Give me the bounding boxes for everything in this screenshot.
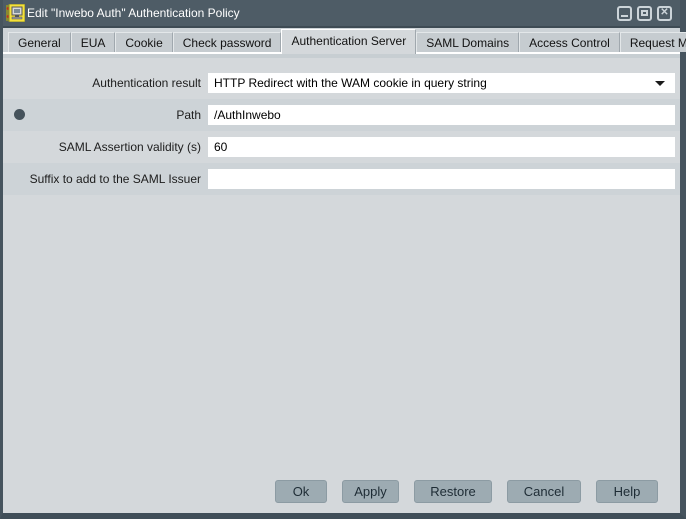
tab-panel-authentication-server: Authentication result HTTP Redirect with… (3, 54, 680, 513)
close-button[interactable]: ✕ (657, 6, 672, 21)
authentication-result-label: Authentication result (3, 76, 208, 90)
saml-suffix-label: Suffix to add to the SAML Issuer (3, 172, 208, 186)
path-label: Path (3, 108, 208, 122)
saml-validity-row: SAML Assertion validity (s) (3, 131, 680, 163)
help-button[interactable]: Help (596, 480, 658, 503)
dialog-buttons: Ok Apply Restore Cancel Help (275, 480, 658, 503)
restore-button[interactable]: Restore (414, 480, 492, 503)
saml-suffix-row: Suffix to add to the SAML Issuer (3, 163, 680, 195)
saml-suffix-field[interactable] (208, 169, 675, 189)
authentication-result-select[interactable]: HTTP Redirect with the WAM cookie in que… (208, 73, 675, 93)
dropdown-arrow-icon[interactable] (655, 81, 665, 86)
tab-saml-domains[interactable]: SAML Domains (416, 32, 519, 52)
tab-general[interactable]: General (8, 32, 71, 52)
saml-validity-label: SAML Assertion validity (s) (3, 140, 208, 154)
apply-button[interactable]: Apply (342, 480, 399, 503)
close-icon: ✕ (660, 8, 668, 18)
minimize-button[interactable] (617, 6, 632, 21)
tab-eua[interactable]: EUA (71, 32, 116, 52)
maximize-button[interactable] (637, 6, 652, 21)
settings-form: Authentication result HTTP Redirect with… (3, 58, 680, 195)
tab-check-password[interactable]: Check password (173, 32, 282, 52)
tab-request-manager[interactable]: Request Manager (620, 32, 686, 52)
maximize-icon (641, 10, 648, 16)
minimize-icon (621, 15, 628, 17)
saml-validity-field[interactable] (208, 137, 675, 157)
authentication-result-row: Authentication result HTTP Redirect with… (3, 67, 680, 99)
dialog-window: Edit "Inwebo Auth" Authentication Policy… (0, 0, 686, 519)
ok-button[interactable]: Ok (275, 480, 327, 503)
authentication-result-value: HTTP Redirect with the WAM cookie in que… (214, 76, 651, 90)
path-row: Path (3, 99, 680, 131)
window-title: Edit "Inwebo Auth" Authentication Policy (27, 6, 617, 20)
tab-cookie[interactable]: Cookie (115, 32, 172, 52)
cancel-button[interactable]: Cancel (507, 480, 581, 503)
app-icon (6, 4, 25, 22)
tab-authentication-server[interactable]: Authentication Server (281, 29, 416, 54)
window-controls: ✕ (617, 6, 672, 21)
title-bar: Edit "Inwebo Auth" Authentication Policy… (3, 0, 680, 28)
path-field[interactable] (208, 105, 675, 125)
bullet-indicator-icon (14, 109, 25, 120)
tab-access-control[interactable]: Access Control (519, 32, 620, 52)
tab-bar: General EUA Cookie Check password Authen… (3, 28, 680, 54)
